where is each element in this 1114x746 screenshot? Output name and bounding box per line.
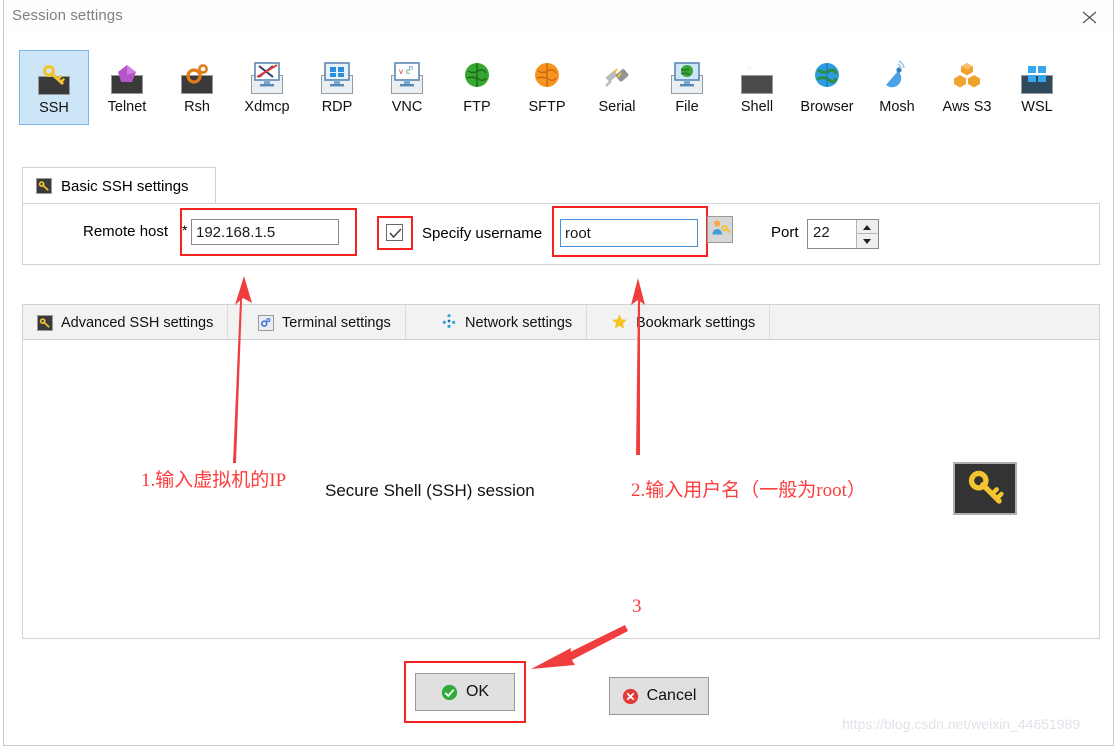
chevron-down-icon: [863, 239, 871, 244]
wsl-windows-icon: [1021, 59, 1053, 94]
mosh-dish-icon: [881, 59, 913, 91]
cancel-button-label: Cancel: [646, 687, 697, 704]
xdmcp-monitor-icon: [251, 59, 283, 94]
user-key-icon: [712, 220, 731, 235]
specify-username-label: Specify username: [422, 225, 543, 242]
tab-basic-ssh-settings[interactable]: Basic SSH settings: [22, 167, 216, 204]
annotation-1: 1.输入虚拟机的IP: [141, 470, 287, 491]
session-type-rdp[interactable]: RDP: [302, 50, 372, 125]
cancel-button[interactable]: Cancel: [609, 677, 709, 715]
port-spinner-buttons[interactable]: [856, 220, 878, 248]
tab-label: Network settings: [465, 315, 573, 331]
session-type-file[interactable]: File: [652, 50, 722, 125]
session-type-label: Telnet: [107, 99, 147, 115]
highlight-ok-button: [404, 661, 526, 723]
aws-s3-icon: [951, 59, 983, 91]
session-type-xdmcp[interactable]: Xdmcp: [232, 50, 302, 125]
port-value: 22: [813, 224, 830, 241]
star-icon: [611, 313, 628, 334]
svg-text:v: v: [399, 75, 403, 76]
session-type-label: Xdmcp: [244, 99, 290, 115]
remote-host-label: Remote host: [83, 223, 169, 240]
session-type-aws-s3[interactable]: Aws S3: [932, 50, 1002, 125]
session-type-label: FTP: [463, 99, 491, 115]
ssh-key-icon: [38, 60, 70, 95]
tab-label: Terminal settings: [282, 315, 391, 331]
shell-prompt-icon: >: [741, 59, 773, 94]
session-type-label: VNC: [391, 99, 423, 115]
session-type-ftp[interactable]: FTP: [442, 50, 512, 125]
session-caption: Secure Shell (SSH) session: [325, 481, 535, 500]
port-label: Port: [771, 224, 799, 241]
session-type-label: Mosh: [879, 99, 915, 115]
ftp-globe-icon: [461, 59, 493, 91]
session-type-label: SSH: [39, 100, 69, 116]
highlight-remote-host: [180, 208, 357, 256]
session-type-label: SFTP: [528, 99, 566, 115]
session-type-sftp[interactable]: SFTP: [512, 50, 582, 125]
username-picker-button[interactable]: [707, 216, 733, 243]
terminal-gear-icon: [258, 314, 274, 332]
port-spinner[interactable]: 22: [807, 219, 879, 249]
session-type-ssh[interactable]: SSH: [19, 50, 89, 125]
title-bar: Session settings: [4, 0, 1113, 33]
telnet-icon: [111, 59, 143, 94]
session-type-label: Shell: [740, 99, 774, 115]
session-type-label: Serial: [598, 99, 636, 115]
ssh-key-icon: [36, 177, 52, 195]
network-nodes-icon: [441, 313, 457, 333]
session-type-label: File: [675, 99, 699, 115]
session-type-serial[interactable]: Serial: [582, 50, 652, 125]
session-type-wsl[interactable]: WSL: [1002, 50, 1072, 125]
rsh-gears-icon: [181, 59, 213, 94]
browser-globe-icon: [811, 59, 843, 91]
port-decrement-button[interactable]: [857, 234, 878, 248]
session-type-browser[interactable]: Browser: [792, 50, 862, 125]
svg-text:c: c: [406, 75, 410, 76]
rdp-windows-icon: [321, 59, 353, 94]
highlight-username: [552, 206, 708, 257]
watermark: https://blog.csdn.net/weixin_44651989: [842, 716, 1081, 732]
tab-advanced-ssh-settings[interactable]: Advanced SSH settings: [23, 305, 229, 341]
close-button[interactable]: [1067, 0, 1113, 32]
close-icon: [1082, 11, 1097, 24]
arrow-1-head: [235, 276, 252, 305]
ssh-key-icon: [953, 462, 1017, 515]
tab-network-settings[interactable]: Network settings: [427, 305, 588, 341]
highlight-specify-username: [377, 216, 413, 250]
ssh-key-icon: [37, 314, 53, 332]
window-title: Session settings: [12, 7, 123, 24]
tab-label: Bookmark settings: [636, 315, 756, 331]
port-increment-button[interactable]: [857, 220, 878, 234]
tab-terminal-settings[interactable]: Terminal settings: [244, 305, 406, 341]
arrow-2-head: [631, 278, 645, 305]
vnc-monitor-icon: v c n: [391, 59, 423, 94]
chevron-up-icon: [863, 225, 871, 230]
serial-plug-icon: [601, 59, 633, 91]
annotation-3: 3: [632, 596, 642, 617]
session-type-label: Rsh: [184, 99, 210, 115]
session-type-label: RDP: [321, 99, 353, 115]
tab-label: Basic SSH settings: [61, 177, 189, 195]
session-type-label: WSL: [1021, 99, 1053, 115]
x-circle-icon: [622, 688, 639, 705]
session-type-telnet[interactable]: Telnet: [92, 50, 162, 125]
settings-tab-strip: Advanced SSH settings Terminal settings: [22, 304, 1100, 341]
session-type-mosh[interactable]: Mosh: [862, 50, 932, 125]
session-type-label: Aws S3: [942, 99, 992, 115]
tab-bookmark-settings[interactable]: Bookmark settings: [597, 305, 771, 341]
annotation-2: 2.输入用户名（一般为root）: [631, 480, 866, 501]
session-settings-dialog: Session settings SSH Telnet Rsh Xdmcp RD…: [3, 0, 1114, 746]
session-type-toolbar: SSH Telnet Rsh Xdmcp RDP VNC FTP SFTP Se…: [4, 33, 1113, 148]
session-type-vnc[interactable]: v c n VNC: [372, 50, 442, 125]
file-monitor-icon: [671, 59, 703, 94]
session-type-rsh[interactable]: Rsh: [162, 50, 232, 125]
sftp-globe-icon: [531, 59, 563, 91]
session-type-shell[interactable]: > Shell: [722, 50, 792, 125]
tab-label: Advanced SSH settings: [61, 315, 214, 331]
arrow-3-head: [531, 648, 575, 669]
session-type-label: Browser: [800, 99, 854, 115]
